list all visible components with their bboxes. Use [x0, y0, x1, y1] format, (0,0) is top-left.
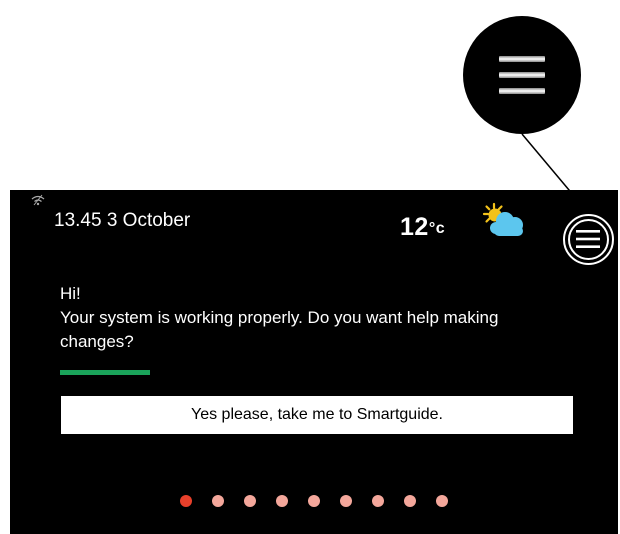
status-message: Your system is working properly. Do you …: [60, 308, 499, 351]
device-screen: 13.45 3 October 12°c Hi! Your system is …: [10, 190, 618, 534]
hamburger-menu-icon: [576, 230, 600, 248]
menu-icon-callout: [463, 16, 581, 134]
page-dot-9[interactable]: [436, 495, 448, 507]
progress-bar-fill: [60, 370, 150, 375]
page-dot-8[interactable]: [404, 495, 416, 507]
page-indicator: [180, 495, 448, 507]
outdoor-temperature: 12°c: [400, 213, 445, 242]
page-dot-7[interactable]: [372, 495, 384, 507]
temperature-value: 12: [400, 213, 429, 241]
datetime-label: 13.45 3 October: [54, 210, 191, 231]
page-dot-1[interactable]: [180, 495, 192, 507]
page-dot-4[interactable]: [276, 495, 288, 507]
partly-sunny-icon: [482, 202, 523, 236]
page-dot-6[interactable]: [340, 495, 352, 507]
page-dot-5[interactable]: [308, 495, 320, 507]
progress-bar: [60, 370, 150, 375]
wifi-icon: [31, 194, 45, 206]
temperature-unit: °c: [428, 220, 446, 237]
hamburger-menu-icon: [499, 56, 545, 94]
page-dot-3[interactable]: [244, 495, 256, 507]
smartguide-button[interactable]: Yes please, take me to Smartguide.: [61, 396, 573, 434]
page-dot-2[interactable]: [212, 495, 224, 507]
greeting-text: Hi!: [60, 284, 81, 303]
menu-button[interactable]: [563, 214, 614, 265]
